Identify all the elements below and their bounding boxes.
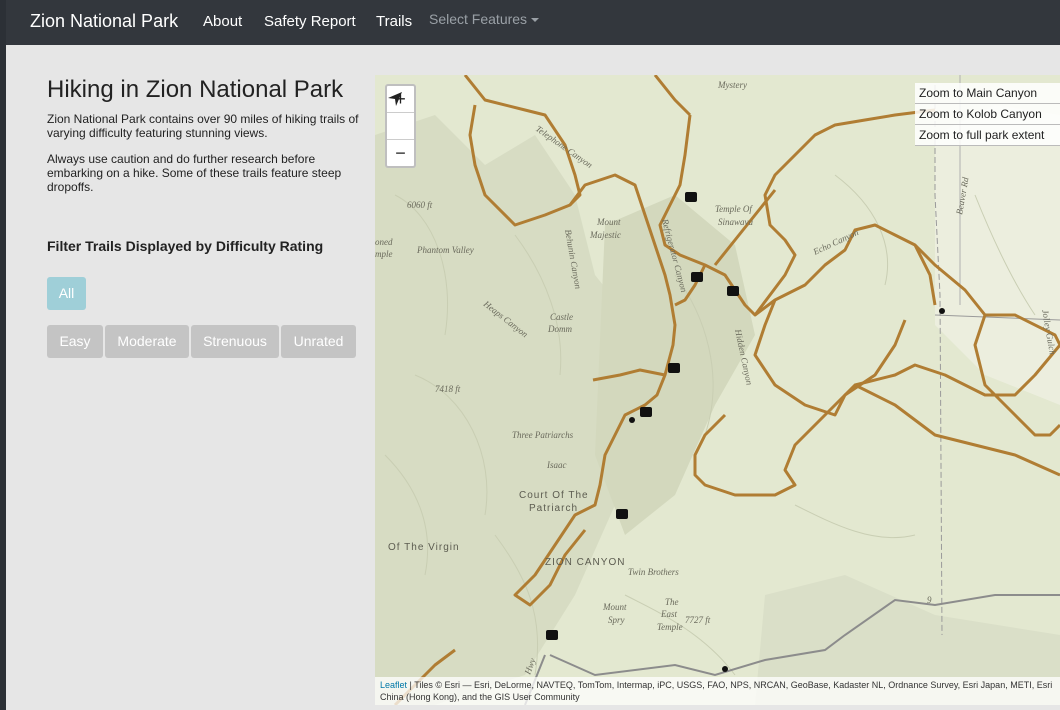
map-label: 6060 ft <box>407 200 433 210</box>
map-label: Mystery <box>717 80 747 90</box>
hiker-icon[interactable] <box>722 666 728 672</box>
zoom-kolob-canyon-link[interactable]: Zoom to Kolob Canyon <box>915 104 1060 125</box>
nav-trails[interactable]: Trails <box>376 13 412 30</box>
filter-unrated-button[interactable]: Unrated <box>281 325 356 358</box>
map-label: Domm <box>547 324 572 334</box>
shuttle-stop-icon[interactable] <box>668 363 680 373</box>
map-label: Of The Virgin <box>388 542 460 553</box>
shuttle-stop-icon[interactable] <box>546 630 558 640</box>
map-label: Temple <box>657 622 683 632</box>
map-label: Patriarch <box>529 503 578 514</box>
map-label: ZION CANYON <box>545 557 625 568</box>
shuttle-stop-icon[interactable] <box>691 272 703 282</box>
map-label: Mount <box>596 217 621 227</box>
filter-moderate-button[interactable]: Moderate <box>105 325 189 358</box>
leaflet-link[interactable]: Leaflet <box>380 680 407 690</box>
map-label: Temple Of <box>715 204 753 214</box>
map-view[interactable]: Mystery Telephone Canyon Mount Majestic … <box>375 75 1060 705</box>
map-label: Spry <box>608 615 625 625</box>
caret-down-icon <box>531 18 540 23</box>
zoom-full-extent-link[interactable]: Zoom to full park extent <box>915 125 1060 146</box>
map-label: 7418 ft <box>435 384 461 394</box>
navbar: Zion National Park About Safety Report T… <box>6 0 1060 45</box>
map-label: Majestic <box>589 230 621 240</box>
hiker-icon[interactable] <box>629 417 635 423</box>
filter-strenuous-button[interactable]: Strenuous <box>191 325 279 358</box>
zoom-main-canyon-link[interactable]: Zoom to Main Canyon <box>915 83 1060 104</box>
map-label: Court Of The <box>519 490 589 501</box>
map-label: East <box>660 609 678 619</box>
map-label: Phantom Valley <box>416 245 474 255</box>
filter-all-button[interactable]: All <box>47 277 86 310</box>
locate-arrow-icon <box>388 92 402 106</box>
shuttle-stop-icon[interactable] <box>727 286 739 296</box>
nav-about[interactable]: About <box>203 13 242 30</box>
hiker-icon[interactable] <box>939 308 945 314</box>
map-label: mple <box>375 249 393 259</box>
shuttle-stop-icon[interactable] <box>616 509 628 519</box>
window-edge <box>0 0 6 710</box>
brand-link[interactable]: Zion National Park <box>30 11 178 32</box>
map-attribution: Leaflet | Tiles © Esri — Esri, DeLorme, … <box>375 677 1060 705</box>
map-tiles: Mystery Telephone Canyon Mount Majestic … <box>375 75 1060 705</box>
nav-safety-report[interactable]: Safety Report <box>264 13 356 30</box>
caution-text: Always use caution and do further resear… <box>47 152 342 194</box>
map-label: Isaac <box>546 460 567 470</box>
map-label: The <box>665 597 679 607</box>
map-label: Castle <box>550 312 573 322</box>
map-label: Three Patriarchs <box>512 430 574 440</box>
map-label: Sinawava <box>718 217 753 227</box>
zoom-out-button[interactable]: − <box>387 140 414 166</box>
select-features-label: Select Features <box>429 11 528 27</box>
intro-text: Zion National Park contains over 90 mile… <box>47 112 359 140</box>
locate-button[interactable] <box>387 92 414 140</box>
map-label: 9 <box>927 595 932 605</box>
map-label: oned <box>375 237 393 247</box>
shuttle-stop-icon[interactable] <box>640 407 652 417</box>
zoom-links-panel: Zoom to Main Canyon Zoom to Kolob Canyon… <box>915 83 1060 146</box>
attribution-text: | Tiles © Esri — Esri, DeLorme, NAVTEQ, … <box>380 680 1053 702</box>
map-label: Twin Brothers <box>628 567 679 577</box>
page-title: Hiking in Zion National Park <box>47 76 344 103</box>
zoom-control: + − <box>385 84 416 168</box>
sidebar: Hiking in Zion National Park Zion Nation… <box>47 76 365 206</box>
map-label: Mount <box>602 602 627 612</box>
filter-easy-button[interactable]: Easy <box>47 325 103 358</box>
select-features-dropdown[interactable]: Select Features <box>429 11 540 27</box>
filter-heading: Filter Trails Displayed by Difficulty Ra… <box>47 238 324 254</box>
shuttle-stop-icon[interactable] <box>685 192 697 202</box>
map-label: 7727 ft <box>685 615 711 625</box>
